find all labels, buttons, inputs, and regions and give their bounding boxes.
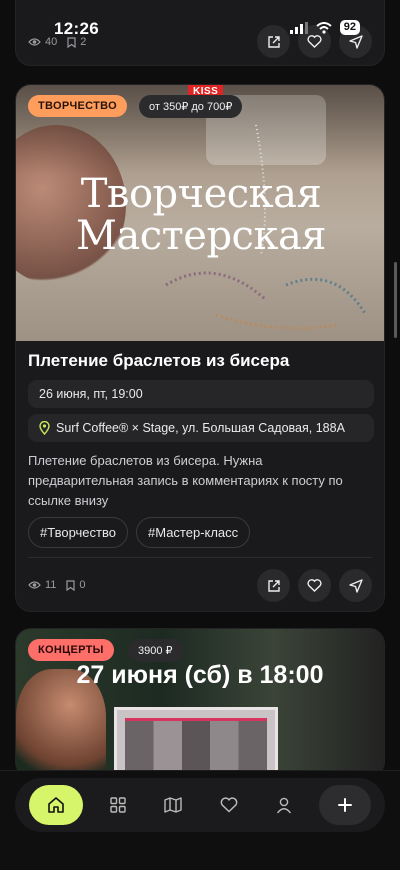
nav-map-button[interactable] [153,785,193,825]
bookmark-icon [66,579,76,591]
card-divider [28,557,372,558]
battery-indicator: 92 [339,20,360,35]
event-stats: 11 0 [28,579,86,591]
plus-icon [337,798,352,812]
hero-poster [114,707,278,777]
status-time: 12:26 [54,19,99,38]
external-link-icon [267,579,280,592]
event-card[interactable]: KISS Творческая Мастерская ТВОРЧЕСТВО от… [15,84,385,612]
status-bar: 12:26 92 [0,0,400,48]
event-tags: #Творчество #Мастер-класс [28,517,251,548]
nav-profile-button[interactable] [264,785,304,825]
category-badge: ТВОРЧЕСТВО [28,95,127,117]
category-badge: КОНЦЕРТЫ [28,639,114,661]
send-icon [348,578,363,593]
home-icon [48,797,64,813]
nav-favorites-button[interactable] [209,785,249,825]
price-badge: от 350₽ до 700₽ [139,95,243,118]
views-count: 11 [45,579,57,591]
send-button[interactable] [339,569,372,602]
next-event-hero-title: 27 июня (сб) в 18:00 [76,661,324,689]
hero-title: Творческая Мастерская [16,171,384,259]
heart-icon [307,579,322,592]
bottom-nav [15,778,385,832]
event-location-row[interactable]: Surf Coffee® × Stage, ул. Большая Садова… [28,414,374,442]
signal-icon [289,21,308,34]
views-stat: 11 [28,579,56,591]
profile-icon [276,797,291,813]
event-description: Плетение браслетов из бисера. Нужна пред… [28,453,343,508]
hero-title-line2: Мастерская [75,213,327,259]
status-icons: 92 [289,20,360,35]
event-actions [257,569,372,602]
nav-add-button[interactable] [318,785,371,825]
share-button[interactable] [257,569,290,602]
event-date: 26 июня, пт, 19:00 [39,387,143,401]
saves-count: 0 [79,579,86,591]
like-button[interactable] [298,569,331,602]
nav-home-button[interactable] [29,785,83,825]
event-hero-image[interactable]: KISS Творческая Мастерская [16,85,384,341]
heart-icon [220,797,237,813]
tag-chip[interactable]: #Мастер-класс [135,517,251,548]
map-icon [164,797,183,813]
nav-catalog-button[interactable] [98,785,138,825]
saves-stat: 0 [66,579,86,591]
tag-chip[interactable]: #Творчество [28,517,128,548]
event-location: Surf Coffee® × Stage, ул. Большая Садова… [56,421,345,435]
eye-icon [28,581,41,589]
event-title: Плетение браслетов из бисера [28,351,290,370]
scrollbar[interactable] [394,262,397,338]
next-event-card[interactable]: 27 июня (сб) в 18:00 КОНЦЕРТЫ 3900 ₽ [15,628,385,778]
location-pin-icon [39,421,50,435]
wifi-icon [316,21,332,34]
grid-icon [110,797,126,813]
event-date-row: 26 июня, пт, 19:00 [28,380,374,408]
price-badge: 3900 ₽ [128,639,183,662]
hero-title-line1: Творческая [80,171,322,217]
